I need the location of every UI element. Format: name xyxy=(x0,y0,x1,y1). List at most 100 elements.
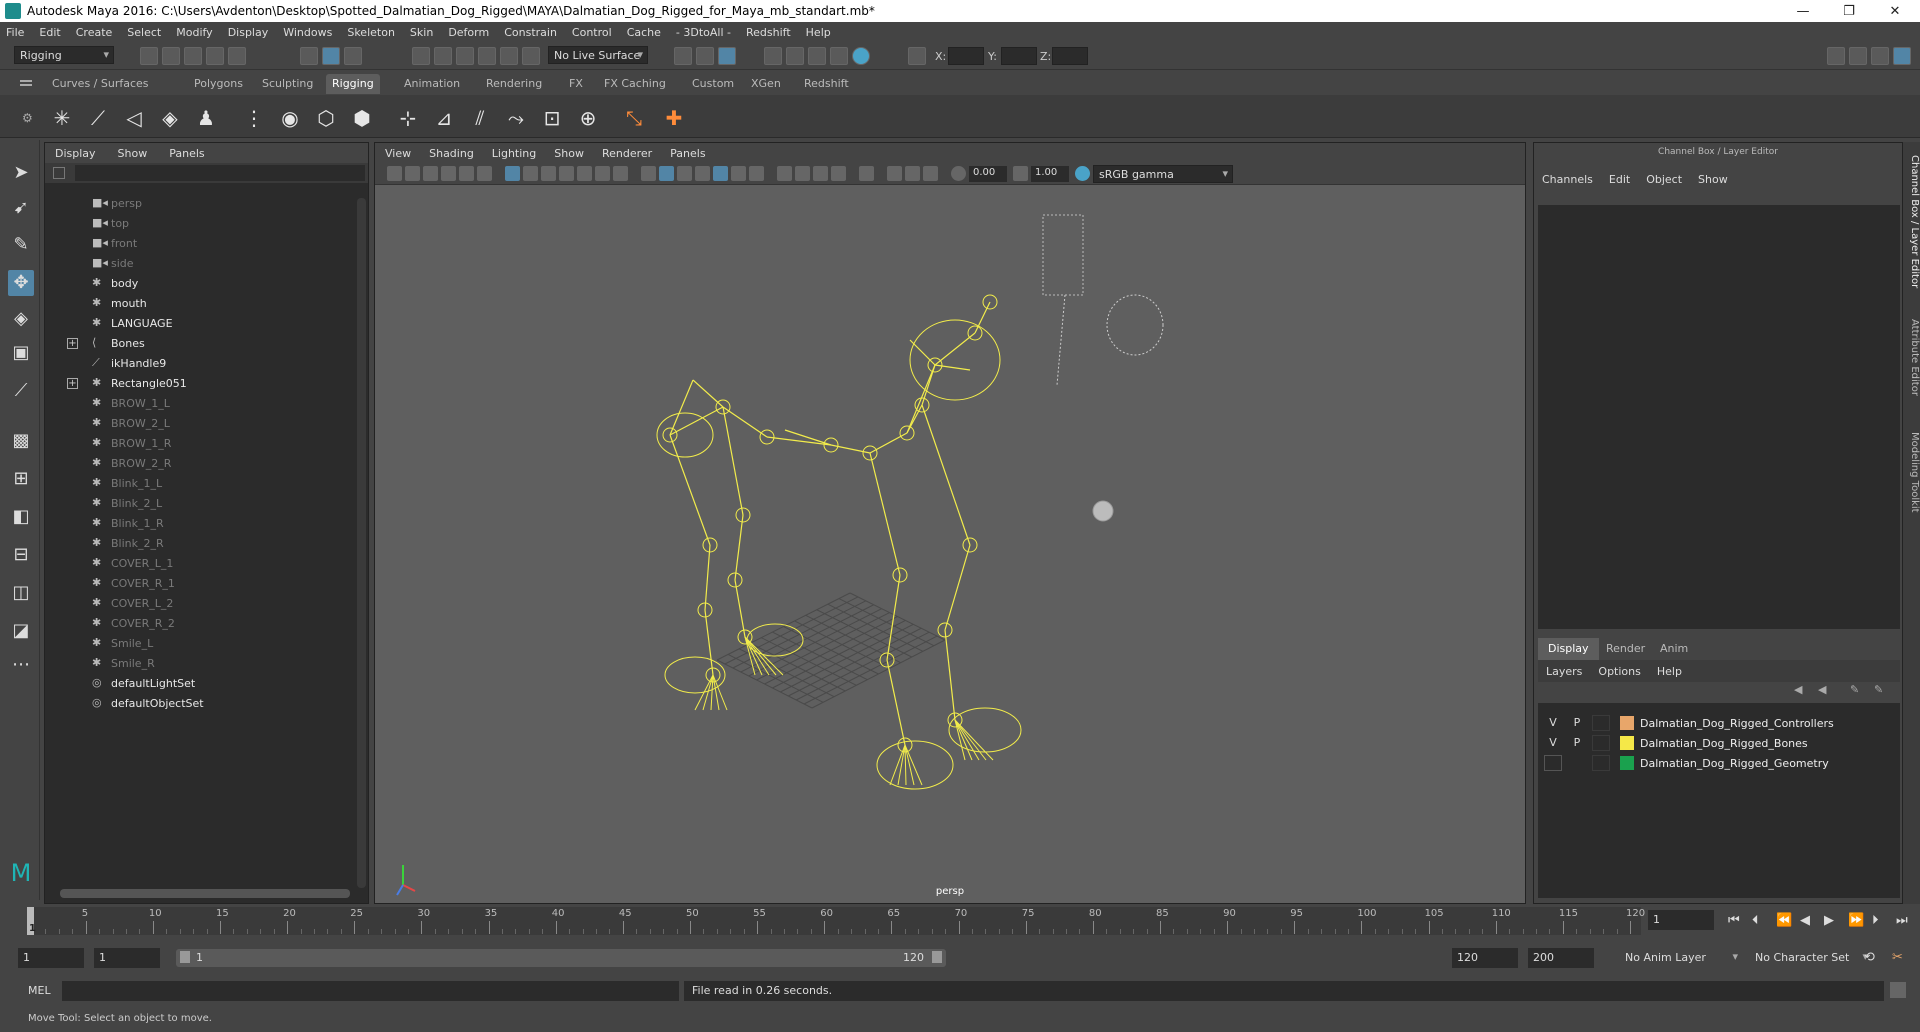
menu-edit[interactable]: Edit xyxy=(39,26,60,39)
ipr-render-icon[interactable] xyxy=(808,47,826,65)
select-camera-icon[interactable] xyxy=(387,166,402,181)
output-ops-icon[interactable] xyxy=(696,47,714,65)
template-toggle[interactable] xyxy=(1592,735,1610,751)
layer-color-swatch[interactable] xyxy=(1620,716,1634,730)
transform-icon[interactable] xyxy=(908,47,926,65)
play-backward-icon[interactable]: ◀ xyxy=(1800,913,1810,928)
use-default-material-icon[interactable] xyxy=(677,166,692,181)
gate-mask-icon[interactable] xyxy=(559,166,574,181)
outliner-item[interactable]: + ⟨ Bones xyxy=(45,333,355,353)
playback-toggle[interactable]: P xyxy=(1568,735,1586,751)
go-to-end-icon[interactable]: ⏭ xyxy=(1896,913,1908,928)
outliner-item[interactable]: ✱ Blink_2_R xyxy=(45,533,355,553)
outliner-item[interactable]: ✱ BROW_2_R xyxy=(45,453,355,473)
multisample-aa-icon[interactable] xyxy=(813,166,828,181)
animation-preferences-icon[interactable]: ✂ xyxy=(1892,950,1903,965)
step-forward-key-icon[interactable]: ⏩ xyxy=(1848,913,1864,928)
panel-layout-icon[interactable]: ◪ xyxy=(8,618,34,644)
select-component-icon[interactable] xyxy=(344,47,362,65)
snap-point-icon[interactable] xyxy=(456,47,474,65)
render-view-icon[interactable] xyxy=(764,47,782,65)
lasso-tool-icon[interactable]: ➹ xyxy=(8,195,34,221)
x-field[interactable] xyxy=(948,47,984,65)
filter-icon[interactable] xyxy=(53,167,65,179)
four-view-layout-icon[interactable]: ⊞ xyxy=(8,466,34,492)
layer-menu-help[interactable]: Help xyxy=(1657,665,1682,678)
toggle-channel-box-icon[interactable] xyxy=(1893,47,1911,65)
channel-menu-channels[interactable]: Channels xyxy=(1542,173,1593,186)
outliner-item[interactable]: ◎ defaultLightSet xyxy=(45,673,355,693)
hypershade-icon[interactable] xyxy=(852,47,870,65)
menu-windows[interactable]: Windows xyxy=(283,26,332,39)
viewport-menu-view[interactable]: View xyxy=(385,147,411,160)
shelf-tab-fx-caching[interactable]: FX Caching xyxy=(598,74,672,94)
quick-rig-icon[interactable]: ♟ xyxy=(192,104,220,132)
render-frame-icon[interactable] xyxy=(786,47,804,65)
viewport-menu-lighting[interactable]: Lighting xyxy=(492,147,536,160)
viewport-menu-panels[interactable]: Panels xyxy=(670,147,705,160)
outliner-item[interactable]: ■◂ front xyxy=(45,233,355,253)
y-field[interactable] xyxy=(1001,47,1037,65)
screen-space-ao-icon[interactable] xyxy=(777,166,792,181)
new-layer-selected-icon[interactable]: ✎ xyxy=(1874,683,1883,696)
input-ops-icon[interactable] xyxy=(674,47,692,65)
view-transform-dropdown[interactable]: sRGB gamma xyxy=(1093,165,1233,183)
film-gate-icon[interactable] xyxy=(523,166,538,181)
outliner-item[interactable]: ✱ Blink_2_L xyxy=(45,493,355,513)
toggle-attribute-editor-icon[interactable] xyxy=(1849,47,1867,65)
menu-file[interactable]: File xyxy=(6,26,24,39)
outliner-item[interactable]: ✱ COVER_L_2 xyxy=(45,593,355,613)
new-scene-icon[interactable] xyxy=(140,47,158,65)
step-forward-frame-icon[interactable]: ⏵ xyxy=(1872,913,1879,928)
expand-icon[interactable]: + xyxy=(67,337,78,349)
maximize-button[interactable]: ❐ xyxy=(1826,0,1872,22)
grid-toggle-icon[interactable] xyxy=(505,166,520,181)
layer-row[interactable]: V P Dalmatian_Dog_Rigged_Bones xyxy=(1538,733,1900,753)
shelf-tab-xgen[interactable]: XGen xyxy=(745,74,787,94)
layer-menu-options[interactable]: Options xyxy=(1598,665,1640,678)
close-button[interactable]: ✕ xyxy=(1872,0,1918,22)
undo-icon[interactable] xyxy=(206,47,224,65)
interactive-bind-icon[interactable]: ⬡ xyxy=(312,104,340,132)
outliner-menu-panels[interactable]: Panels xyxy=(169,147,204,160)
outliner-horizontal-scrollbar[interactable] xyxy=(60,889,350,898)
character-set-dropdown[interactable]: No Character Set xyxy=(1750,949,1872,967)
single-perspective-layout-icon[interactable]: ▩ xyxy=(8,428,34,454)
persp-outliner-layout-icon[interactable]: ◧ xyxy=(8,504,34,530)
rotate-tool-icon[interactable]: ◈ xyxy=(8,306,34,332)
mirror-weights-icon[interactable]: ⊹ xyxy=(394,104,422,132)
start-time-field[interactable]: 1 xyxy=(18,948,84,968)
outliner-menu-show[interactable]: Show xyxy=(118,147,148,160)
lattice-icon[interactable]: ⤡ xyxy=(620,104,648,132)
layer-tab-display[interactable]: Display xyxy=(1538,638,1599,660)
shelf-tab-polygons[interactable]: Polygons xyxy=(188,74,249,94)
select-tool-icon[interactable]: ➤ xyxy=(8,160,34,186)
field-chart-icon[interactable] xyxy=(577,166,592,181)
script-language-toggle[interactable]: MEL xyxy=(28,984,51,997)
bind-skin-icon[interactable]: ⋮ xyxy=(240,104,268,132)
motion-blur-icon[interactable] xyxy=(795,166,810,181)
go-to-start-icon[interactable]: ⏮ xyxy=(1728,913,1740,928)
outliner-item[interactable]: ✱ BROW_1_L xyxy=(45,393,355,413)
range-start-handle[interactable] xyxy=(180,951,190,963)
live-surface-field[interactable]: No Live Surface xyxy=(548,46,648,64)
snap-grid-icon[interactable] xyxy=(412,47,430,65)
side-tab-attribute-editor[interactable]: Attribute Editor xyxy=(1903,307,1920,407)
menu-deform[interactable]: Deform xyxy=(448,26,489,39)
command-input[interactable] xyxy=(62,981,679,1001)
viewport-menu-shading[interactable]: Shading xyxy=(429,147,474,160)
menu--3dtoall-[interactable]: - 3DtoAll - xyxy=(676,26,731,39)
safe-action-icon[interactable] xyxy=(595,166,610,181)
z-field[interactable] xyxy=(1052,47,1088,65)
auto-key-icon[interactable]: ⟲ xyxy=(1864,950,1875,965)
use-all-lights-icon[interactable] xyxy=(731,166,746,181)
smooth-shade-icon[interactable] xyxy=(659,166,674,181)
outliner-item[interactable]: ✱ BROW_2_L xyxy=(45,413,355,433)
viewport-menu-renderer[interactable]: Renderer xyxy=(602,147,652,160)
outliner-persp-layout-icon[interactable]: ◫ xyxy=(8,580,34,606)
playback-start-field[interactable]: 1 xyxy=(94,948,160,968)
insert-joint-icon[interactable]: ◈ xyxy=(156,104,184,132)
construction-history-icon[interactable] xyxy=(718,47,736,65)
outliner-item[interactable]: ✱ COVER_R_1 xyxy=(45,573,355,593)
outliner-item[interactable]: ■◂ side xyxy=(45,253,355,273)
